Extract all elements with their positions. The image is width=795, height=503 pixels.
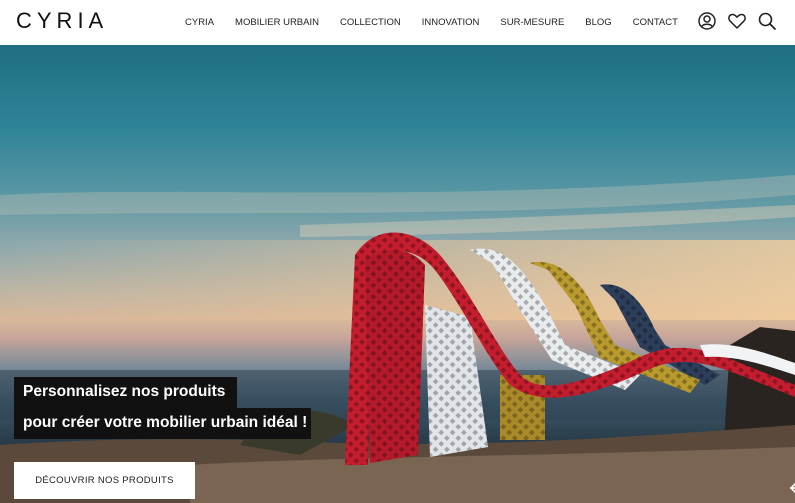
nav-item-sur-mesure[interactable]: SUR-MESURE <box>500 17 564 28</box>
hero-heading-line-1: Personnalisez nos produits <box>14 377 237 408</box>
site-header: CYRIA CYRIA MOBILIER URBAIN COLLECTION I… <box>0 0 795 45</box>
site-logo[interactable]: CYRIA <box>16 8 108 34</box>
discover-products-button[interactable]: DÉCOUVRIR NOS PRODUITS <box>14 462 195 499</box>
hero-banner: Personnalisez nos produits pour créer vo… <box>0 45 795 503</box>
main-nav: CYRIA MOBILIER URBAIN COLLECTION INNOVAT… <box>185 0 699 45</box>
user-icon[interactable] <box>697 11 717 31</box>
hero-tagline: Personnalisez nos produits pour créer vo… <box>14 377 311 439</box>
search-icon[interactable] <box>757 11 777 31</box>
nav-item-blog[interactable]: BLOG <box>585 17 611 28</box>
nav-item-cyria[interactable]: CYRIA <box>185 17 214 28</box>
nav-item-contact[interactable]: CONTACT <box>633 17 678 28</box>
heart-icon[interactable] <box>727 11 747 31</box>
arrow-right-icon[interactable] <box>789 479 795 497</box>
header-icons <box>697 11 777 31</box>
nav-item-innovation[interactable]: INNOVATION <box>422 17 480 28</box>
nav-item-mobilier-urbain[interactable]: MOBILIER URBAIN <box>235 17 319 28</box>
hero-heading-line-2: pour créer votre mobilier urbain idéal ! <box>14 408 311 439</box>
nav-item-collection[interactable]: COLLECTION <box>340 17 401 28</box>
